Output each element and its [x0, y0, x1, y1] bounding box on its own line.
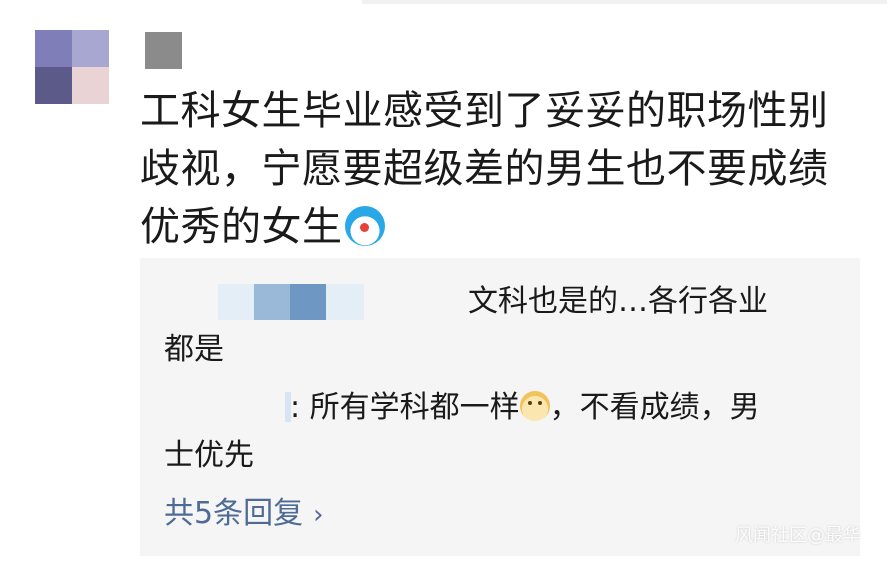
reply-text: 文科也是的…各行各业: [468, 282, 768, 322]
reply-username-blurred: [290, 284, 326, 320]
avatar-tile: [35, 30, 72, 67]
avatar[interactable]: [35, 30, 109, 104]
post-body: 工科女生毕业感受到了妥妥的职场性别歧视，宁愿要超级差的男生也不要成绩优秀的女生: [140, 82, 860, 256]
reply-text-line: 文科也是的…各行各业: [468, 284, 768, 319]
reply-text-continuation: 士优先: [164, 436, 254, 476]
reply-text-continuation: 都是: [164, 330, 224, 370]
username-blurred[interactable]: [145, 32, 182, 69]
reply-text-line: 士优先: [164, 438, 254, 473]
avatar-tile: [35, 67, 72, 104]
doraemon-emoji-icon: [344, 206, 385, 246]
reply-text: : 所有学科都一样 ，不看成绩，男: [290, 388, 760, 428]
watermark: 风闻社区@最华: [735, 525, 861, 546]
reply-text-line: 都是: [164, 332, 224, 367]
reply-text-line: ，不看成绩，男: [549, 390, 760, 425]
reply-text-line: : 所有学科都一样: [290, 390, 520, 425]
avatar-tile: [72, 30, 109, 67]
avatar-tile: [72, 67, 109, 104]
post-text: 工科女生毕业感受到了妥妥的职场性别歧视，宁愿要超级差的男生也不要成绩优秀的女生: [140, 88, 829, 250]
top-divider: [362, 0, 887, 4]
replies-panel: 文科也是的…各行各业 都是 : 所有学科都一样 ，不看成绩，男 士优先 共5条回复…: [140, 258, 860, 556]
chevron-right-icon: ›: [313, 500, 324, 530]
view-more-replies-link[interactable]: 共5条回复 ›: [164, 494, 324, 535]
doge-emoji-icon: [519, 391, 550, 421]
view-more-label: 共5条回复: [164, 496, 304, 531]
